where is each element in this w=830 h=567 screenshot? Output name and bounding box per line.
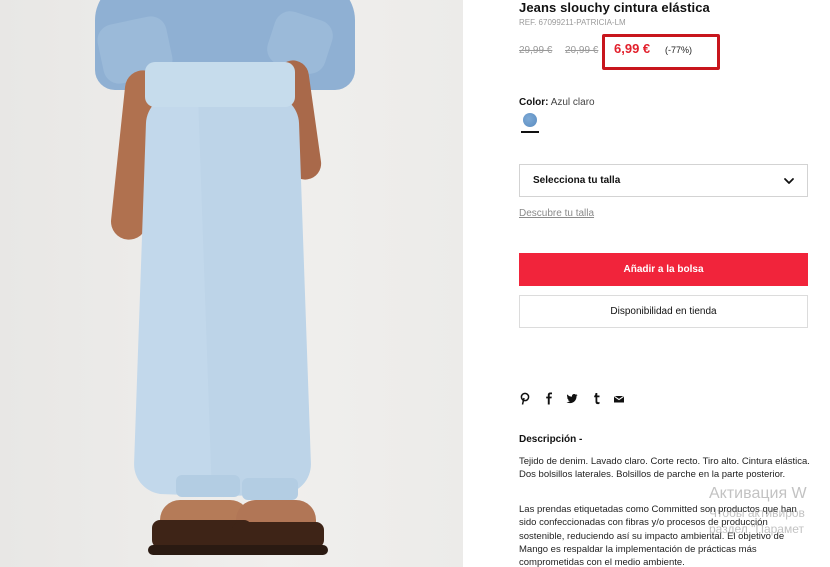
twitter-icon[interactable]: [566, 392, 578, 405]
pinterest-icon[interactable]: [519, 392, 531, 405]
size-guide-link[interactable]: Descubre tu talla: [519, 208, 594, 219]
facebook-icon[interactable]: [543, 392, 555, 405]
windows-activation-watermark: Активация W Чтобы активиров раздел "Пара…: [709, 485, 807, 536]
product-info: Jeans slouchy cintura elástica REF. 6709…: [519, 0, 810, 567]
product-image[interactable]: [0, 0, 463, 567]
color-row: Color: Azul claro: [519, 97, 595, 108]
store-availability-button[interactable]: Disponibilidad en tienda: [519, 295, 808, 328]
swatch-selected-indicator: [521, 131, 539, 133]
photo-cuff-right: [242, 478, 298, 500]
current-price: 6,99 €: [614, 41, 651, 56]
color-swatch-azul-claro[interactable]: [523, 113, 537, 127]
size-select[interactable]: Selecciona tu talla: [519, 164, 808, 197]
description-title[interactable]: Descripción -: [519, 434, 582, 445]
watermark-line-2: Чтобы активиров: [709, 506, 805, 520]
photo-pants-right-leg: [198, 93, 312, 497]
add-to-bag-button[interactable]: Añadir a la bolsa: [519, 253, 808, 286]
watermark-line-3: раздел "Парамет: [709, 522, 804, 536]
chevron-down-icon: [784, 178, 794, 184]
discount-badge: (-77%): [665, 45, 693, 55]
color-value: Azul claro: [550, 97, 595, 108]
tumblr-icon[interactable]: [591, 392, 603, 405]
photo-sole: [148, 545, 328, 555]
description-paragraph-1: Tejido de denim. Lavado claro. Corte rec…: [519, 456, 810, 481]
watermark-line-1: Активация W: [709, 485, 807, 502]
photo-cuff-left: [176, 475, 240, 497]
old-price-previous: 20,99 €: [565, 45, 599, 56]
size-select-label: Selecciona tu talla: [533, 175, 621, 186]
photo-pants-waistband: [145, 62, 295, 107]
product-ref: REF. 67099211-PATRICIA-LM: [519, 18, 626, 27]
current-price-highlight: 6,99 € (-77%): [602, 34, 720, 70]
product-title: Jeans slouchy cintura elástica: [519, 0, 710, 15]
color-label: Color:: [519, 97, 549, 108]
mail-icon[interactable]: [613, 392, 625, 405]
old-price-original: 29,99 €: [519, 45, 553, 56]
